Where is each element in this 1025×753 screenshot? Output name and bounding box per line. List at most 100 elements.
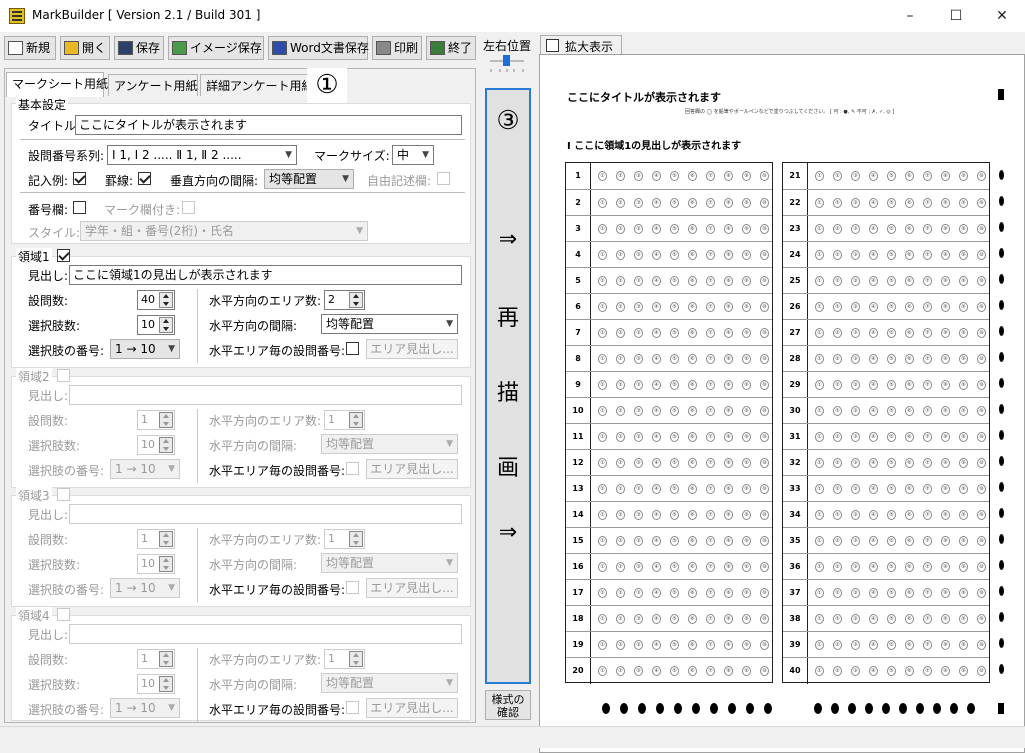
mark-size-select[interactable]: 中 ▼	[392, 145, 434, 165]
h-areas-spinner[interactable]: 2	[324, 290, 365, 310]
tab-marksheet[interactable]: マークシート用紙	[6, 72, 108, 97]
timing-mark	[999, 404, 1004, 414]
separator	[197, 289, 198, 363]
spinner-arrows-icon[interactable]	[349, 412, 363, 428]
spinner-arrows-icon[interactable]	[349, 292, 363, 308]
h-areas-spinner[interactable]: 1	[324, 410, 365, 430]
style-select[interactable]: 学年・組・番号(2桁)・氏名 ▼	[80, 221, 368, 241]
heading-input[interactable]	[69, 504, 462, 524]
spinner-arrows-icon[interactable]	[159, 292, 173, 308]
vspacing-select[interactable]: 均等配置 ▼	[264, 169, 354, 189]
spinner-arrows-icon[interactable]	[159, 651, 173, 667]
answer-bubble: ②	[833, 640, 842, 650]
spinner-arrows-icon[interactable]	[159, 437, 173, 453]
area-heading-button[interactable]: エリア見出し...	[366, 698, 458, 718]
answer-bubble: ⑨	[742, 588, 751, 598]
h-areas-spinner[interactable]: 1	[324, 649, 365, 669]
minimize-button[interactable]: –	[887, 0, 933, 32]
answer-bubble: ③	[634, 614, 643, 624]
area-enable-checkbox[interactable]	[57, 249, 70, 262]
example-checkbox[interactable]	[73, 172, 86, 185]
questions-spinner[interactable]: 40	[137, 290, 175, 310]
toolbar-button-exit[interactable]: 終了	[426, 36, 476, 60]
questions-spinner[interactable]: 1	[137, 410, 175, 430]
freeform-checkbox[interactable]	[437, 172, 450, 185]
choice-numbers-select[interactable]: 1 → 10 ▼	[110, 459, 180, 479]
answer-bubble: ③	[634, 666, 643, 676]
spinner-arrows-icon[interactable]	[159, 317, 173, 333]
questions-spinner[interactable]: 1	[137, 529, 175, 549]
spinner-arrows-icon[interactable]	[159, 412, 173, 428]
area-enable-checkbox[interactable]	[57, 488, 70, 501]
ruled-checkbox[interactable]	[138, 172, 151, 185]
title-input[interactable]: ここにタイトルが表示されます	[75, 115, 462, 135]
per-area-checkbox[interactable]	[346, 342, 359, 355]
toolbar-button-floppy-disk[interactable]: 保存	[114, 36, 164, 60]
per-area-checkbox[interactable]	[346, 462, 359, 475]
toolbar-button-word-document[interactable]: Word文書保存	[268, 36, 369, 60]
heading-input[interactable]: ここに領域1の見出しが表示されます	[69, 265, 462, 285]
toolbar-button-printer[interactable]: 印刷	[372, 36, 422, 60]
choice-numbers-select[interactable]: 1 → 10 ▼	[110, 698, 180, 718]
toolbar-button-new-document[interactable]: 新規	[4, 36, 56, 60]
answer-bubble: ④	[869, 302, 878, 312]
h-spacing-label: 水平方向の間隔:	[209, 439, 298, 453]
choices-spinner[interactable]: 10	[137, 435, 175, 455]
number-field-checkbox[interactable]	[73, 201, 86, 214]
answer-bubble: ①	[598, 224, 607, 234]
style-check-button[interactable]: 様式の 確認	[485, 690, 531, 720]
spinner-arrows-icon[interactable]	[159, 531, 173, 547]
area-heading-button[interactable]: エリア見出し...	[366, 578, 458, 598]
h-spacing-select[interactable]: 均等配置 ▼	[321, 314, 458, 334]
toolbar-button-open-folder[interactable]: 開く	[60, 36, 110, 60]
answer-bubble: ②	[833, 666, 842, 676]
heading-input[interactable]	[69, 385, 462, 405]
question-row: 15 ① ② ③ ④ ⑤ ⑥ ⑦ ⑧ ⑨ ⑩	[566, 527, 772, 554]
h-spacing-select[interactable]: 均等配置 ▼	[321, 553, 458, 573]
area-enable-checkbox[interactable]	[57, 608, 70, 621]
zoom-checkbox[interactable]	[546, 39, 559, 52]
maximize-button[interactable]: ☐	[933, 0, 979, 32]
heading-input[interactable]	[69, 624, 462, 644]
h-spacing-select[interactable]: 均等配置 ▼	[321, 434, 458, 454]
answer-bubble: ⑦	[706, 432, 715, 442]
spinner-arrows-icon[interactable]	[159, 556, 173, 572]
position-slider[interactable]	[486, 52, 528, 74]
answer-bubble: ⑦	[923, 198, 932, 208]
answer-bubble: ⑩	[760, 536, 769, 546]
answer-bubble: ⑧	[724, 354, 733, 364]
redraw-button[interactable]: ⇒ 再 描 画 ⇒	[485, 88, 531, 684]
per-area-checkbox[interactable]	[346, 581, 359, 594]
answer-bubble: ⑧	[941, 328, 950, 338]
answer-bubble: ⑧	[724, 171, 733, 181]
h-spacing-select[interactable]: 均等配置 ▼	[321, 673, 458, 693]
per-area-checkbox[interactable]	[346, 701, 359, 714]
tab-detailed-questionnaire[interactable]: 詳細アンケート用紙	[200, 74, 314, 96]
style-label: スタイル:	[28, 226, 81, 240]
h-areas-spinner[interactable]: 1	[324, 529, 365, 549]
spinner-arrows-icon[interactable]	[349, 531, 363, 547]
mark-field-checkbox[interactable]	[182, 201, 195, 214]
spinner-arrows-icon[interactable]	[349, 651, 363, 667]
toolbar-button-image-save[interactable]: イメージ保存	[168, 36, 264, 60]
question-number: 2	[566, 190, 591, 216]
questions-spinner[interactable]: 1	[137, 649, 175, 669]
choices-spinner[interactable]: 10	[137, 554, 175, 574]
numbering-select[interactable]: Ⅰ 1, Ⅰ 2 ..... Ⅱ 1, Ⅱ 2 ..... ▼	[107, 145, 297, 165]
h-areas-label: 水平方向のエリア数:	[209, 294, 322, 308]
answer-bubble: ②	[833, 614, 842, 624]
answer-bubble: ⑩	[760, 458, 769, 468]
choices-label: 選択肢数:	[28, 558, 81, 572]
tab-questionnaire[interactable]: アンケート用紙	[108, 74, 198, 96]
choice-numbers-select[interactable]: 1 → 10 ▼	[110, 339, 180, 359]
choices-spinner[interactable]: 10	[137, 674, 175, 694]
toolbar-button-label: 新規	[26, 41, 51, 55]
choices-spinner[interactable]: 10	[137, 315, 175, 335]
area-enable-checkbox[interactable]	[57, 369, 70, 382]
spinner-arrows-icon[interactable]	[159, 676, 173, 692]
choice-numbers-select[interactable]: 1 → 10 ▼	[110, 578, 180, 598]
area-heading-button[interactable]: エリア見出し...	[366, 459, 458, 479]
zoom-toggle[interactable]: 拡大表示	[540, 35, 622, 55]
close-button[interactable]: ✕	[979, 0, 1025, 32]
area-heading-button[interactable]: エリア見出し...	[366, 339, 458, 359]
